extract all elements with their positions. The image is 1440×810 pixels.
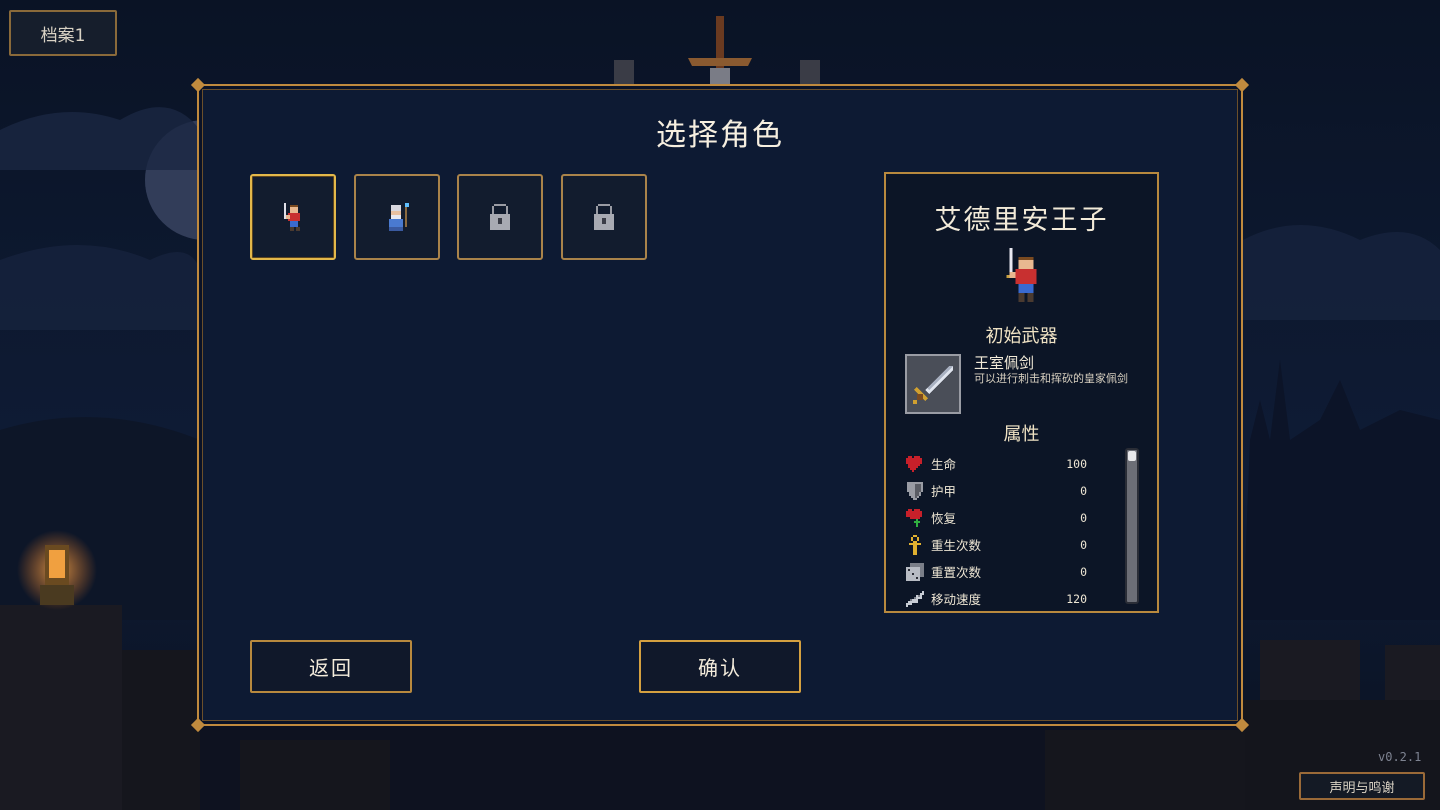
stats-scrollbar[interactable] xyxy=(1125,448,1139,604)
weapon-description: 可以进行刺击和挥砍的皇家佩剑 xyxy=(974,372,1128,385)
lock-icon xyxy=(594,204,614,230)
prince-sprite-icon xyxy=(284,203,300,231)
save-slot-button[interactable]: 档案1 xyxy=(9,10,117,56)
prince-portrait-icon xyxy=(1006,248,1037,302)
stat-value-armor: 0 xyxy=(1080,483,1087,498)
stats-list: 生命 100 护甲 0 恢复 0 重生次数 0 重置次数 0 移动速度 120 xyxy=(905,450,1087,612)
attributes-heading: 属性 xyxy=(1003,424,1040,445)
starting-weapon-heading: 初始武器 xyxy=(985,326,1058,347)
sword-icon xyxy=(913,366,953,404)
stat-row: 护甲 0 xyxy=(905,477,1087,504)
weapon-slot xyxy=(905,354,961,414)
stat-label-armor: 护甲 xyxy=(931,484,957,499)
stat-row: 移动速度 120 xyxy=(905,585,1087,612)
stat-row: 重置次数 0 xyxy=(905,558,1087,585)
back-button[interactable]: 返回 xyxy=(250,640,412,693)
shield-icon xyxy=(905,481,925,501)
character-slot-locked[interactable] xyxy=(561,174,647,260)
stat-value-rerolls: 0 xyxy=(1080,564,1087,579)
stat-value-health: 100 xyxy=(1066,456,1087,471)
character-name: 艾德里安王子 xyxy=(934,205,1109,236)
heart-icon xyxy=(905,454,925,474)
stat-value-recovery: 0 xyxy=(1080,510,1087,525)
stat-label-health: 生命 xyxy=(931,457,957,472)
dice-icon xyxy=(905,562,925,582)
stat-label-move-speed: 移动速度 xyxy=(931,592,982,607)
mage-sprite-icon xyxy=(389,203,409,231)
weapon-name: 王室佩剑 xyxy=(974,354,1035,372)
stat-row: 重生次数 0 xyxy=(905,531,1087,558)
confirm-button[interactable]: 确认 xyxy=(639,640,801,693)
version-label: v0.2.1 xyxy=(1378,750,1422,764)
stat-value-revives: 0 xyxy=(1080,537,1087,552)
lock-icon xyxy=(490,204,510,230)
credits-button[interactable]: 声明与鸣谢 xyxy=(1299,772,1425,800)
character-slot-prince[interactable] xyxy=(250,174,336,260)
stat-row: 生命 100 xyxy=(905,450,1087,477)
character-info-panel: 艾德里安王子 初始武器 王室佩剑 可以进行刺击和挥砍的皇家佩剑 属性 生命 10… xyxy=(884,172,1159,613)
stat-label-rerolls: 重置次数 xyxy=(931,565,982,580)
ankh-icon xyxy=(905,534,925,555)
scrollbar-thumb[interactable] xyxy=(1128,451,1136,461)
stat-label-revives: 重生次数 xyxy=(931,538,982,553)
wing-icon xyxy=(905,589,925,609)
stat-row: 恢复 0 xyxy=(905,504,1087,531)
heart-regen-icon xyxy=(905,508,925,528)
page-title: 选择角色 xyxy=(656,118,784,153)
character-slot-mage[interactable] xyxy=(354,174,440,260)
stat-value-move-speed: 120 xyxy=(1066,591,1087,606)
stat-label-recovery: 恢复 xyxy=(931,511,957,526)
character-slot-locked[interactable] xyxy=(457,174,543,260)
